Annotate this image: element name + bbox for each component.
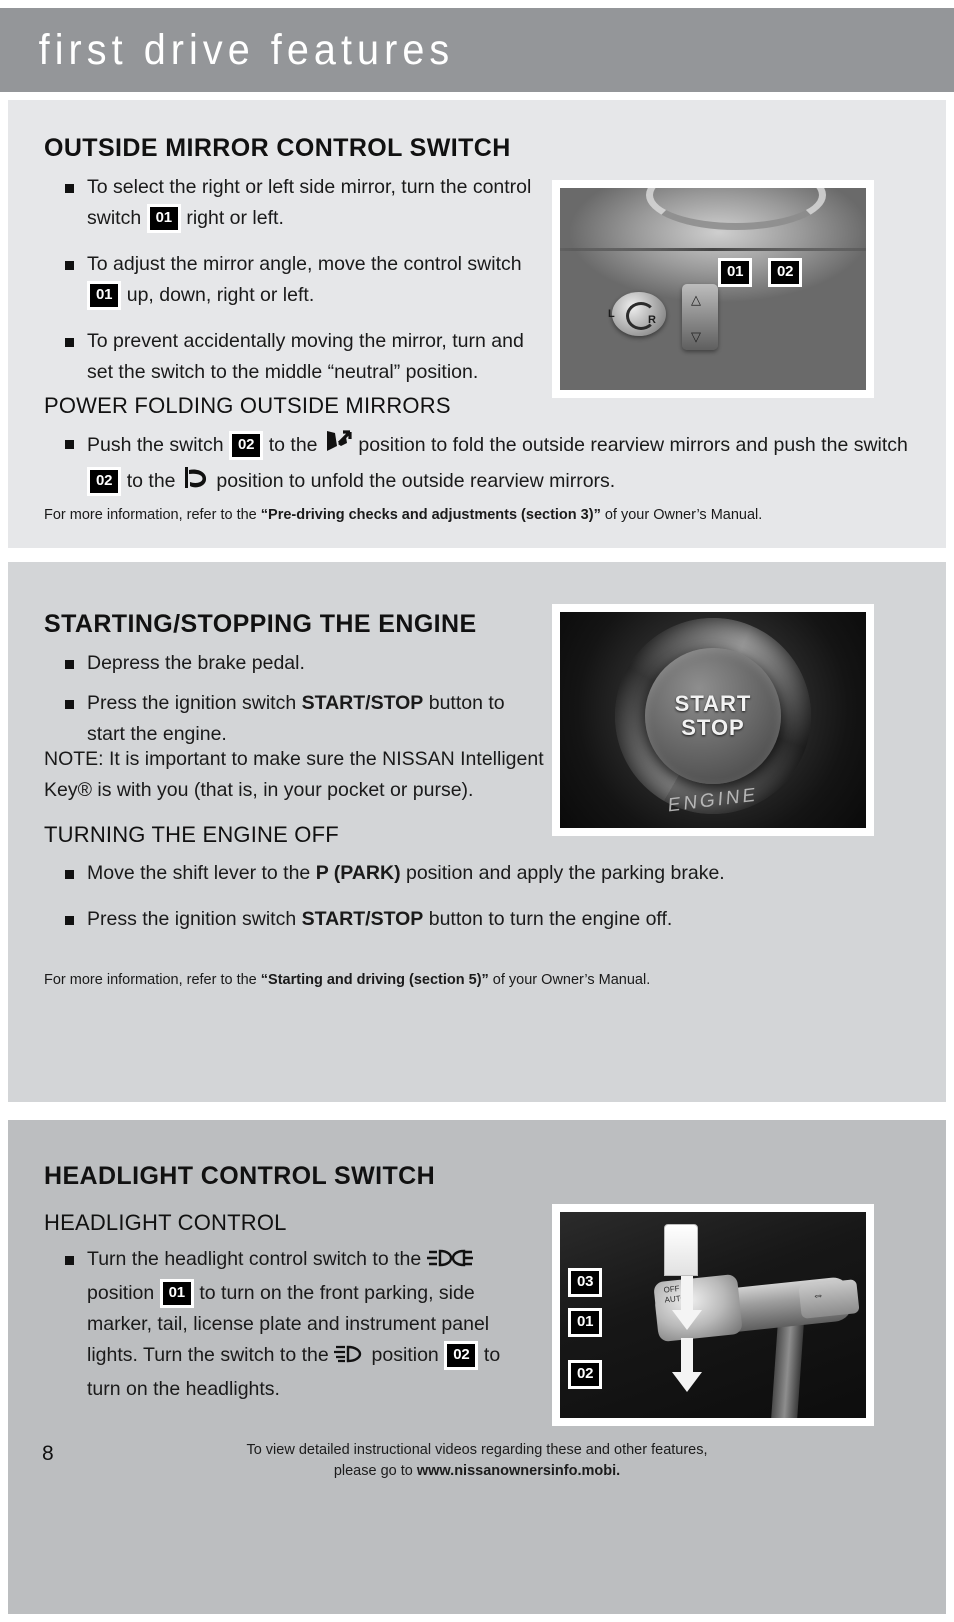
section-starting-stopping: STARTING/STOPPING THE ENGINE Depress the… xyxy=(8,562,946,1102)
footnote-starting-driving: For more information, refer to the “Star… xyxy=(44,970,904,990)
steering-column xyxy=(770,1321,804,1418)
list-item: To select the right or left side mirror,… xyxy=(44,172,544,234)
footer-line-1: To view detailed instructional videos re… xyxy=(246,1442,708,1458)
down-arrow-upper-icon xyxy=(670,1276,704,1337)
down-arrow-lower-icon xyxy=(670,1338,704,1399)
bullet-text-post: position and apply the parking brake. xyxy=(400,862,725,884)
bullet-text-post: button to turn the engine off. xyxy=(423,908,673,930)
headlight-text-1: Turn the headlight control switch to the xyxy=(87,1248,422,1270)
bullet-text-pre: Move the shift lever to the xyxy=(87,862,316,884)
dial-label-r: R xyxy=(648,314,656,326)
mirror-fold-icon xyxy=(323,428,353,464)
bullet-text-post: right or left. xyxy=(186,207,284,229)
callout-badge-01: 01 xyxy=(87,281,122,310)
fold-text-4: to the xyxy=(126,470,176,492)
outside-mirror-bullet-list: To select the right or left side mirror,… xyxy=(44,172,544,403)
footer-url[interactable]: www.nissanownersinfo.mobi. xyxy=(417,1463,620,1479)
panel-seam xyxy=(560,248,866,251)
fold-text-5: position to unfold the outside rearview … xyxy=(216,470,616,492)
photo-callout-02: 02 xyxy=(768,258,803,287)
photo-callout-02: 02 xyxy=(568,1360,603,1389)
bullet-text-bold: START/STOP xyxy=(301,692,424,714)
unfold-glyph-icon: ▽ xyxy=(691,329,701,344)
fold-glyph-icon: △ xyxy=(691,292,701,307)
section-title-headlight: HEADLIGHT CONTROL SWITCH xyxy=(44,1162,436,1190)
headlight-text-2: position xyxy=(87,1282,155,1304)
start-stop-line-1: START xyxy=(674,690,752,716)
list-item: Turn the headlight control switch to the… xyxy=(44,1244,536,1405)
subsection-title-headlight-control: HEADLIGHT CONTROL xyxy=(44,1210,287,1235)
mirror-adjust-rocker: △ ▽ xyxy=(682,284,718,350)
parking-light-icon xyxy=(426,1247,473,1278)
stalk-end-cap xyxy=(798,1279,860,1319)
footnote-pre: For more information, refer to the xyxy=(44,972,261,988)
bullet-text: Depress the brake pedal. xyxy=(87,652,305,674)
bullet-text-post: up, down, right or left. xyxy=(126,284,315,306)
footnote-bold: “Starting and driving (section 5)” xyxy=(260,972,489,988)
start-stop-button: START STOP xyxy=(645,647,781,784)
list-item: Depress the brake pedal. xyxy=(44,648,534,679)
turning-off-bullet-list: Move the shift lever to the P (PARK) pos… xyxy=(44,858,914,950)
footnote-pre: For more information, refer to the xyxy=(44,507,261,523)
bullet-text-bold: START/STOP xyxy=(301,908,424,930)
section-title-outside-mirror: OUTSIDE MIRROR CONTROL SWITCH xyxy=(44,134,511,162)
fold-text-1: Push the switch xyxy=(87,434,224,456)
power-folding-bullet-list: Push the switch 02 to the position to fo… xyxy=(44,428,914,515)
list-item: Move the shift lever to the P (PARK) pos… xyxy=(44,858,914,889)
bullet-text-pre: Press the ignition switch xyxy=(87,908,302,930)
subsection-title-power-folding: POWER FOLDING OUTSIDE MIRRORS xyxy=(44,393,451,418)
callout-badge-02: 02 xyxy=(87,467,122,496)
footer-line-2: please go to www.nissanownersinfo.mobi. xyxy=(0,1461,954,1482)
photo-callout-01: 01 xyxy=(568,1308,603,1337)
low-beam-headlight-icon xyxy=(334,1343,366,1374)
headlight-bullet-list: Turn the headlight control switch to the… xyxy=(44,1244,536,1420)
callout-badge-02: 02 xyxy=(444,1341,479,1370)
footnote-bold: “Pre-driving checks and adjustments (sec… xyxy=(260,507,601,523)
footnote-post: of your Owner’s Manual. xyxy=(600,507,763,523)
photo-callout-01: 01 xyxy=(718,258,753,287)
mirror-control-switch-photo: △ ▽ R L 01 02 xyxy=(552,180,874,398)
list-item: To adjust the mirror angle, move the con… xyxy=(44,249,544,311)
start-stop-line-2: STOP xyxy=(681,714,745,740)
bullet-text-bold: P (PARK) xyxy=(315,862,401,884)
bottom-panel xyxy=(8,1502,946,1614)
footnote-post: of your Owner’s Manual. xyxy=(488,972,651,988)
bullet-text-pre: To adjust the mirror angle, move the con… xyxy=(87,253,522,275)
subsection-title-turning-engine-off: TURNING THE ENGINE OFF xyxy=(44,822,339,847)
bullet-text-pre: Press the ignition switch xyxy=(87,692,302,714)
list-item: Press the ignition switch START/STOP but… xyxy=(44,904,914,935)
footer-note: To view detailed instructional videos re… xyxy=(0,1440,954,1482)
photo-callout-03: 03 xyxy=(568,1268,603,1297)
page-number: 8 xyxy=(42,1442,54,1465)
page-header: first drive features xyxy=(0,8,954,92)
list-item: Press the ignition switch START/STOP but… xyxy=(44,688,534,750)
upward-motion-indicator xyxy=(664,1224,698,1276)
fold-text-2: to the xyxy=(268,434,318,456)
callout-badge-02: 02 xyxy=(229,431,264,460)
callout-badge-01: 01 xyxy=(146,204,181,233)
fold-text-3: position to fold the outside rearview mi… xyxy=(358,434,908,456)
chrome-trim xyxy=(646,188,826,230)
bullet-text-pre: To prevent accidentally moving the mirro… xyxy=(87,330,524,383)
section-title-starting-stopping: STARTING/STOPPING THE ENGINE xyxy=(44,610,477,638)
headlight-text-4: position xyxy=(371,1344,439,1366)
mirror-select-dial xyxy=(612,292,666,336)
list-item: Push the switch 02 to the position to fo… xyxy=(44,428,914,500)
headlight-stalk-photo: OFF AUTO ⇔ 03 01 02 xyxy=(552,1204,874,1426)
mirror-unfold-icon xyxy=(181,464,211,500)
page-title: first drive features xyxy=(38,25,455,74)
start-stop-button-photo: START STOP ENGINE xyxy=(552,604,874,836)
footnote-outside-mirror: For more information, refer to the “Pre-… xyxy=(44,505,904,525)
turn-signal-arrows-icon: ⇔ xyxy=(811,1287,825,1303)
list-item: To prevent accidentally moving the mirro… xyxy=(44,326,544,388)
footer-line-2-pre: please go to xyxy=(333,1463,417,1479)
starting-bullet-list: Depress the brake pedal. Press the ignit… xyxy=(44,648,534,759)
starting-note: NOTE: It is important to make sure the N… xyxy=(44,748,544,801)
callout-badge-01: 01 xyxy=(159,1279,194,1308)
section-outside-mirror: OUTSIDE MIRROR CONTROL SWITCH To select … xyxy=(8,100,946,548)
dial-label-l: L xyxy=(608,308,615,320)
